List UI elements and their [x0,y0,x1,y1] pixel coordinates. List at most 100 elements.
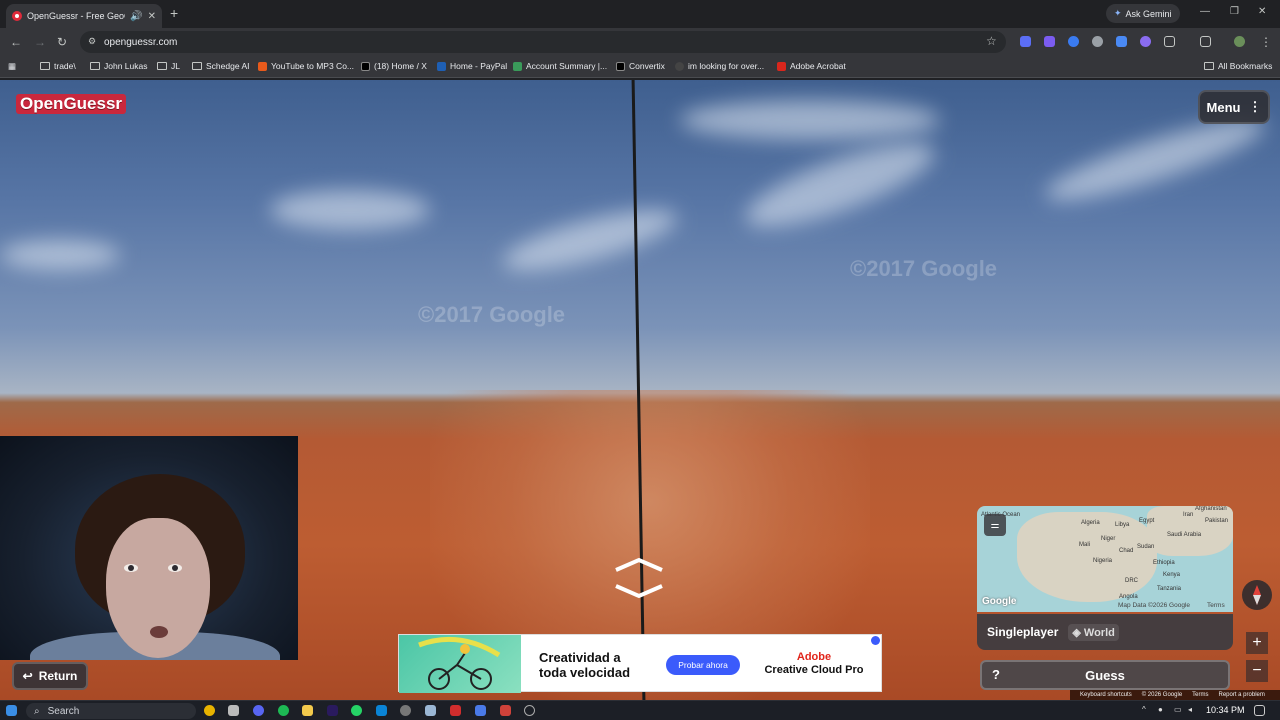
compass-icon[interactable] [1242,580,1272,610]
bookmark-item[interactable]: Convertix [616,61,665,71]
notifications-icon[interactable] [1254,705,1265,716]
search-icon: ⌕ [34,705,40,717]
folder-icon [40,62,50,70]
discord-icon[interactable] [253,705,264,716]
extension-icon[interactable] [1140,36,1151,47]
street-view-panorama[interactable]: ©2017 Google ©2017 Google OpenGuessr Men… [0,80,1280,700]
bookmark-item[interactable]: Account Summary |... [513,61,607,71]
app-icon[interactable] [475,705,486,716]
apps-grid-icon[interactable]: ▦ [8,61,16,72]
bookmark-item[interactable]: Adobe Acrobat [777,61,846,71]
keyboard-shortcuts-link[interactable]: Keyboard shortcuts [1080,692,1132,698]
move-back-arrow-icon[interactable] [615,584,663,599]
folder-icon [1204,62,1214,70]
map-terms-link[interactable]: Terms [1207,602,1225,609]
return-arrow-icon: ↩ [22,669,33,683]
ad-headline: Creatividad a toda velocidad [539,650,631,680]
search-label: Search [47,705,80,717]
volume-icon[interactable]: ◂ [1188,705,1199,716]
microphone-icon[interactable]: ● [1158,705,1169,716]
new-tab-icon[interactable]: + [170,5,178,21]
vscode-icon[interactable] [376,705,387,716]
bookmark-item[interactable]: (18) Home / X [361,61,427,71]
ask-gemini-button[interactable]: ✦ Ask Gemini [1106,4,1180,23]
chrome-icon[interactable] [204,705,215,716]
extension-icon[interactable] [1020,36,1031,47]
maximize-icon[interactable]: ❐ [1230,6,1239,17]
layers-icon: ◈ [1072,626,1084,639]
report-problem-link[interactable]: Report a problem [1219,692,1265,698]
clock[interactable]: 10:34 PM [1206,705,1245,715]
navigation-arrows[interactable] [612,556,666,600]
bookmark-item[interactable]: im looking for over... [675,61,764,71]
spotify-icon[interactable] [278,705,289,716]
ask-gemini-label: Ask Gemini [1125,8,1172,19]
file-explorer-icon[interactable] [302,705,313,716]
zoom-out-icon[interactable]: − [1246,660,1268,682]
bookmark-item[interactable]: YouTube to MP3 Co... [258,61,354,71]
bookmark-item[interactable]: trade\ [40,61,76,71]
app-icon[interactable] [524,705,535,716]
app-icon[interactable] [400,705,411,716]
profile-avatar[interactable] [1234,36,1245,47]
zoom-in-icon[interactable]: + [1246,632,1268,654]
taskbar-search[interactable]: ⌕ Search [26,703,196,719]
help-icon[interactable]: ? [992,667,1000,682]
extensions-puzzle-icon[interactable] [1164,36,1175,47]
terms-link[interactable]: Terms [1192,692,1208,698]
bookmark-star-icon[interactable]: ☆ [986,34,997,48]
side-panel-icon[interactable] [1200,36,1211,47]
site-info-icon[interactable]: ⚙ [88,36,96,47]
whatsapp-icon[interactable] [351,705,362,716]
network-icon[interactable]: ▭ [1174,705,1185,716]
ad-info-icon[interactable] [871,636,880,645]
bookmark-item[interactable]: John Lukas [90,61,147,71]
advertisement[interactable]: Creatividad a toda velocidad Probar ahor… [398,634,882,693]
forward-icon[interactable]: → [34,35,46,49]
premiere-icon[interactable] [327,705,338,716]
tray-chevron-icon[interactable]: ^ [1142,705,1153,716]
app-icon[interactable] [500,705,511,716]
extension-icon[interactable] [1116,36,1127,47]
app-icon[interactable] [450,705,461,716]
openguessr-logo[interactable]: OpenGuessr [16,94,127,114]
extension-icon[interactable] [1068,36,1079,47]
address-bar[interactable]: ⚙ openguessr.com [80,31,1006,53]
close-window-icon[interactable]: ✕ [1258,6,1266,17]
back-icon[interactable]: ← [10,35,22,49]
reload-icon[interactable]: ↻ [57,35,67,49]
bookmark-item[interactable]: Home - PayPal [437,61,507,71]
guess-button[interactable]: ? Guess [980,660,1230,690]
all-bookmarks[interactable]: All Bookmarks [1204,61,1272,71]
openai-icon [675,61,684,71]
app-icon[interactable] [425,705,436,716]
map-attribution: Map Data ©2026 Google [1118,602,1191,609]
region-badge[interactable]: ◈ World [1068,623,1119,641]
menu-button[interactable]: Menu ⋮ [1198,90,1270,124]
mode-label: Singleplayer [987,625,1059,639]
more-vertical-icon: ⋮ [1248,99,1262,114]
tab-openguessr[interactable]: OpenGuessr - Free GeoGue 🔊 ✕ [6,4,162,28]
extension-icon[interactable] [1092,36,1103,47]
google-footer: Keyboard shortcuts © 2026 Google Terms R… [1070,690,1280,700]
minimize-icon[interactable]: — [1200,6,1210,17]
bookmark-item[interactable]: Schedge AI [192,61,249,71]
move-forward-arrow-icon[interactable] [615,557,663,572]
folder-icon [157,62,167,70]
bookmark-item[interactable]: JL [157,61,180,71]
tab-title: OpenGuessr - Free GeoGue [27,11,125,21]
google-watermark: ©2017 Google [850,256,998,281]
return-button[interactable]: ↩ Return [12,662,88,690]
ad-cta-button[interactable]: Probar ahora [666,655,740,675]
map-settings-button[interactable]: ⚌ [984,514,1006,536]
folder-icon [90,62,100,70]
extension-icon[interactable] [1044,36,1055,47]
more-menu-icon[interactable]: ⋮ [1260,35,1272,49]
map-google-logo: Google [982,596,1017,607]
close-tab-icon[interactable]: ✕ [148,11,156,22]
windows-start-icon[interactable] [6,705,17,716]
settings-icon[interactable] [228,705,239,716]
openguessr-favicon-icon [12,11,22,21]
x-icon [361,61,370,71]
speaker-icon[interactable]: 🔊 [130,11,142,22]
